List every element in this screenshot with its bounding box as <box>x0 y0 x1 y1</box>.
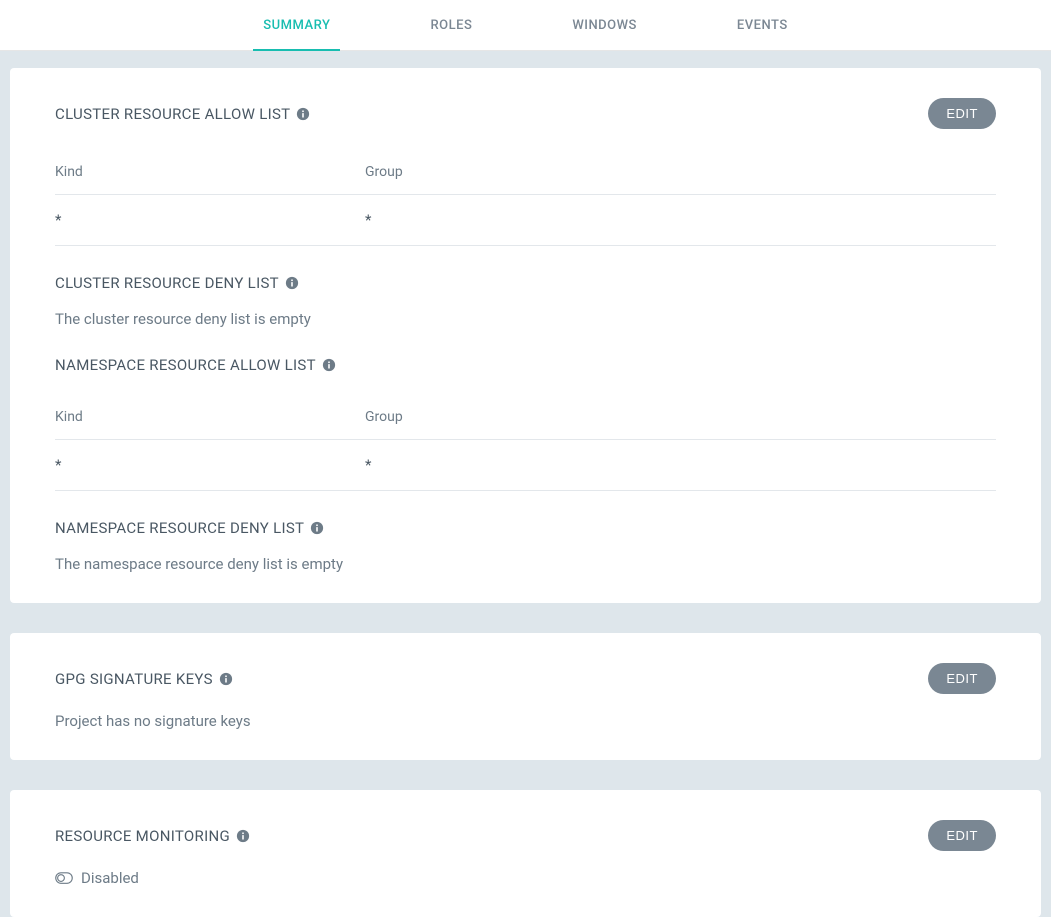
namespace-deny-title: NAMESPACE RESOURCE DENY LIST <box>55 519 996 537</box>
tabs-bar: SUMMARY ROLES WINDOWS EVENTS <box>0 0 1051 51</box>
namespace-allow-title: NAMESPACE RESOURCE ALLOW LIST <box>55 356 996 374</box>
info-icon[interactable] <box>310 521 324 535</box>
gpg-title: GPG SIGNATURE KEYS <box>55 670 233 688</box>
monitoring-title-text: RESOURCE MONITORING <box>55 827 230 845</box>
cell-group: * <box>365 195 996 245</box>
gpg-header: GPG SIGNATURE KEYS EDIT <box>55 663 996 694</box>
monitoring-panel: RESOURCE MONITORING EDIT Disabled <box>10 790 1041 917</box>
gpg-title-text: GPG SIGNATURE KEYS <box>55 670 213 688</box>
cell-kind: * <box>55 440 365 490</box>
table-row: * * <box>55 440 996 491</box>
col-kind: Kind <box>55 154 365 194</box>
table-header-row: Kind Group <box>55 399 996 440</box>
namespace-allow-title-text: NAMESPACE RESOURCE ALLOW LIST <box>55 356 316 374</box>
cluster-deny-title: CLUSTER RESOURCE DENY LIST <box>55 274 996 292</box>
tab-roles[interactable]: ROLES <box>420 0 482 51</box>
cluster-allow-table: Kind Group * * <box>55 154 996 246</box>
cluster-deny-title-text: CLUSTER RESOURCE DENY LIST <box>55 274 279 292</box>
monitoring-title: RESOURCE MONITORING <box>55 827 250 845</box>
cluster-allow-header: CLUSTER RESOURCE ALLOW LIST EDIT <box>55 98 996 129</box>
col-group: Group <box>365 154 996 194</box>
edit-button[interactable]: EDIT <box>928 98 996 129</box>
cluster-allow-title-text: CLUSTER RESOURCE ALLOW LIST <box>55 105 290 123</box>
gpg-panel: GPG SIGNATURE KEYS EDIT Project has no s… <box>10 633 1041 760</box>
gpg-empty: Project has no signature keys <box>55 712 996 730</box>
col-group: Group <box>365 399 996 439</box>
namespace-allow-table: Kind Group * * <box>55 399 996 491</box>
content-area: CLUSTER RESOURCE ALLOW LIST EDIT Kind Gr… <box>0 68 1051 917</box>
col-kind: Kind <box>55 399 365 439</box>
info-icon[interactable] <box>236 829 250 843</box>
edit-button[interactable]: EDIT <box>928 663 996 694</box>
namespace-deny-title-text: NAMESPACE RESOURCE DENY LIST <box>55 519 304 537</box>
monitoring-header: RESOURCE MONITORING EDIT <box>55 820 996 851</box>
monitoring-status: Disabled <box>55 869 996 887</box>
resource-lists-panel: CLUSTER RESOURCE ALLOW LIST EDIT Kind Gr… <box>10 68 1041 603</box>
monitoring-status-text: Disabled <box>81 869 139 887</box>
tab-events[interactable]: EVENTS <box>727 0 798 51</box>
tab-windows[interactable]: WINDOWS <box>562 0 647 51</box>
info-icon[interactable] <box>285 276 299 290</box>
tab-summary[interactable]: SUMMARY <box>253 0 340 51</box>
toggle-off-icon <box>55 871 73 885</box>
table-header-row: Kind Group <box>55 154 996 195</box>
info-icon[interactable] <box>219 672 233 686</box>
cluster-allow-title: CLUSTER RESOURCE ALLOW LIST <box>55 105 310 123</box>
namespace-deny-empty: The namespace resource deny list is empt… <box>55 555 996 573</box>
cluster-deny-empty: The cluster resource deny list is empty <box>55 310 996 328</box>
edit-button[interactable]: EDIT <box>928 820 996 851</box>
info-icon[interactable] <box>322 358 336 372</box>
cell-group: * <box>365 440 996 490</box>
table-row: * * <box>55 195 996 246</box>
cell-kind: * <box>55 195 365 245</box>
info-icon[interactable] <box>296 107 310 121</box>
